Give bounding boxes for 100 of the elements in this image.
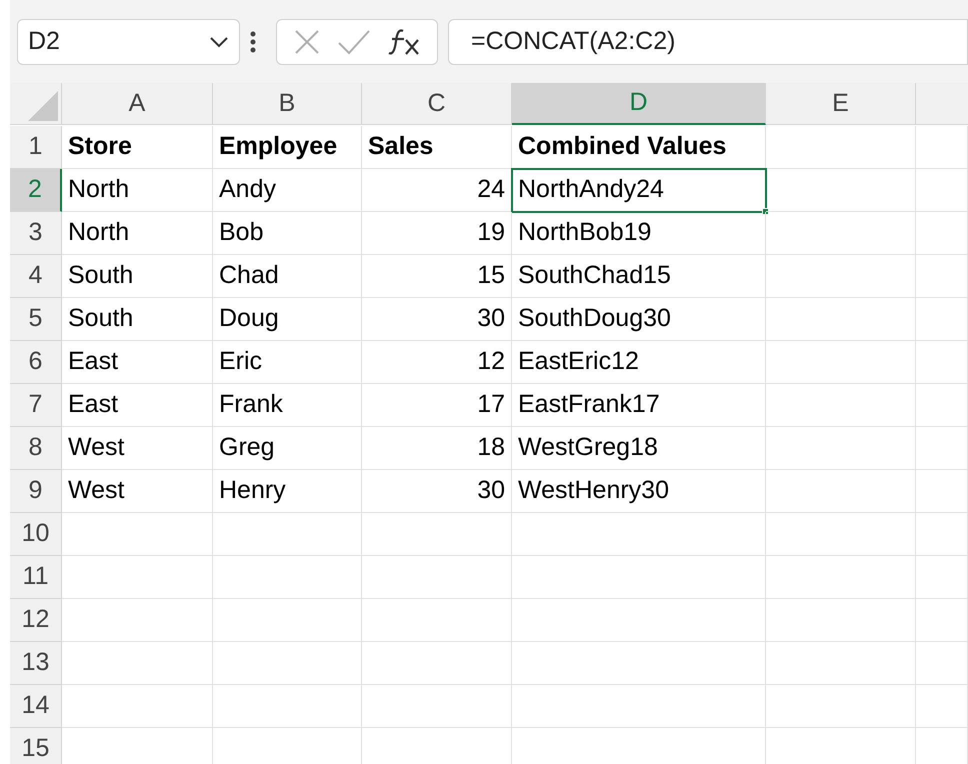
table-cell[interactable]: EastFrank17 (512, 384, 766, 427)
row-header[interactable]: 5 (10, 298, 62, 341)
empty-cell[interactable] (512, 513, 766, 556)
check-icon[interactable] (337, 28, 371, 54)
table-cell[interactable]: Bob (213, 212, 362, 255)
empty-cell[interactable] (213, 513, 362, 556)
table-cell[interactable]: East (62, 341, 213, 384)
table-cell[interactable]: NorthBob19 (512, 212, 766, 255)
table-cell[interactable]: North (62, 169, 213, 212)
row-header[interactable]: 14 (10, 685, 62, 728)
empty-cell[interactable] (362, 685, 512, 728)
row-header[interactable]: 9 (10, 470, 62, 513)
empty-cell[interactable] (916, 513, 968, 556)
table-cell[interactable]: North (62, 212, 213, 255)
name-box[interactable]: D2 (17, 18, 240, 64)
empty-cell[interactable] (916, 255, 968, 298)
empty-cell[interactable] (362, 642, 512, 685)
table-cell[interactable]: 17 (362, 384, 512, 427)
table-cell[interactable]: East (62, 384, 213, 427)
empty-cell[interactable] (916, 642, 968, 685)
empty-cell[interactable] (512, 556, 766, 599)
row-header[interactable]: 13 (10, 642, 62, 685)
empty-cell[interactable] (766, 599, 916, 642)
table-cell[interactable]: SouthDoug30 (512, 298, 766, 341)
empty-cell[interactable] (766, 126, 916, 169)
more-options-icon[interactable] (250, 30, 256, 54)
table-cell[interactable]: Greg (213, 427, 362, 470)
empty-cell[interactable] (766, 685, 916, 728)
table-cell[interactable]: Store (62, 126, 213, 169)
table-cell[interactable]: WestHenry30 (512, 470, 766, 513)
row-header[interactable]: 7 (10, 384, 62, 427)
empty-cell[interactable] (766, 212, 916, 255)
row-header[interactable]: 1 (10, 126, 62, 169)
table-cell[interactable]: Andy (213, 169, 362, 212)
empty-cell[interactable] (213, 556, 362, 599)
empty-cell[interactable] (766, 642, 916, 685)
table-cell[interactable]: Chad (213, 255, 362, 298)
empty-cell[interactable] (766, 384, 916, 427)
row-header[interactable]: 8 (10, 427, 62, 470)
table-cell[interactable]: Frank (213, 384, 362, 427)
table-cell[interactable]: NorthAndy24 (512, 169, 766, 212)
empty-cell[interactable] (766, 298, 916, 341)
empty-cell[interactable] (213, 599, 362, 642)
empty-cell[interactable] (213, 642, 362, 685)
column-header[interactable]: C (362, 83, 512, 125)
column-header[interactable]: B (213, 83, 362, 125)
empty-cell[interactable] (916, 341, 968, 384)
table-cell[interactable]: WestGreg18 (512, 427, 766, 470)
row-header[interactable]: 6 (10, 341, 62, 384)
empty-cell[interactable] (916, 556, 968, 599)
table-cell[interactable]: Henry (213, 470, 362, 513)
table-cell[interactable]: 24 (362, 169, 512, 212)
table-cell[interactable]: 15 (362, 255, 512, 298)
empty-cell[interactable] (362, 556, 512, 599)
table-cell[interactable]: Doug (213, 298, 362, 341)
table-cell[interactable]: 30 (362, 298, 512, 341)
empty-cell[interactable] (916, 212, 968, 255)
empty-cell[interactable] (213, 685, 362, 728)
column-header[interactable]: A (62, 83, 213, 125)
empty-cell[interactable] (512, 642, 766, 685)
row-header[interactable]: 15 (10, 728, 62, 764)
empty-cell[interactable] (916, 126, 968, 169)
row-header[interactable]: 12 (10, 599, 62, 642)
empty-cell[interactable] (916, 384, 968, 427)
empty-cell[interactable] (362, 513, 512, 556)
empty-cell[interactable] (766, 556, 916, 599)
empty-cell[interactable] (916, 685, 968, 728)
empty-cell[interactable] (766, 169, 916, 212)
function-icon[interactable] (387, 26, 421, 56)
formula-field[interactable]: =CONCAT(A2:C2) (448, 18, 968, 64)
empty-cell[interactable] (916, 427, 968, 470)
empty-cell[interactable] (362, 599, 512, 642)
empty-cell[interactable] (766, 427, 916, 470)
table-cell[interactable]: West (62, 470, 213, 513)
empty-cell[interactable] (766, 513, 916, 556)
row-header[interactable]: 10 (10, 513, 62, 556)
table-cell[interactable]: Employee (213, 126, 362, 169)
cancel-icon[interactable] (293, 28, 321, 56)
table-cell[interactable]: West (62, 427, 213, 470)
table-cell[interactable]: EastEric12 (512, 341, 766, 384)
empty-cell[interactable] (512, 599, 766, 642)
empty-cell[interactable] (916, 599, 968, 642)
row-header[interactable]: 4 (10, 255, 62, 298)
empty-cell[interactable] (916, 169, 968, 212)
table-cell[interactable]: Eric (213, 341, 362, 384)
table-cell[interactable]: South (62, 298, 213, 341)
empty-cell[interactable] (916, 298, 968, 341)
table-cell[interactable]: 18 (362, 427, 512, 470)
empty-cell[interactable] (766, 255, 916, 298)
empty-cell[interactable] (916, 470, 968, 513)
empty-cell[interactable] (512, 685, 766, 728)
table-cell[interactable]: 19 (362, 212, 512, 255)
table-cell[interactable]: SouthChad15 (512, 255, 766, 298)
select-all-corner[interactable] (10, 83, 62, 125)
table-cell[interactable]: Sales (362, 126, 512, 169)
table-cell[interactable]: South (62, 255, 213, 298)
table-cell[interactable]: 30 (362, 470, 512, 513)
table-cell[interactable]: 12 (362, 341, 512, 384)
row-header[interactable]: 11 (10, 556, 62, 599)
row-header[interactable]: 3 (10, 212, 62, 255)
